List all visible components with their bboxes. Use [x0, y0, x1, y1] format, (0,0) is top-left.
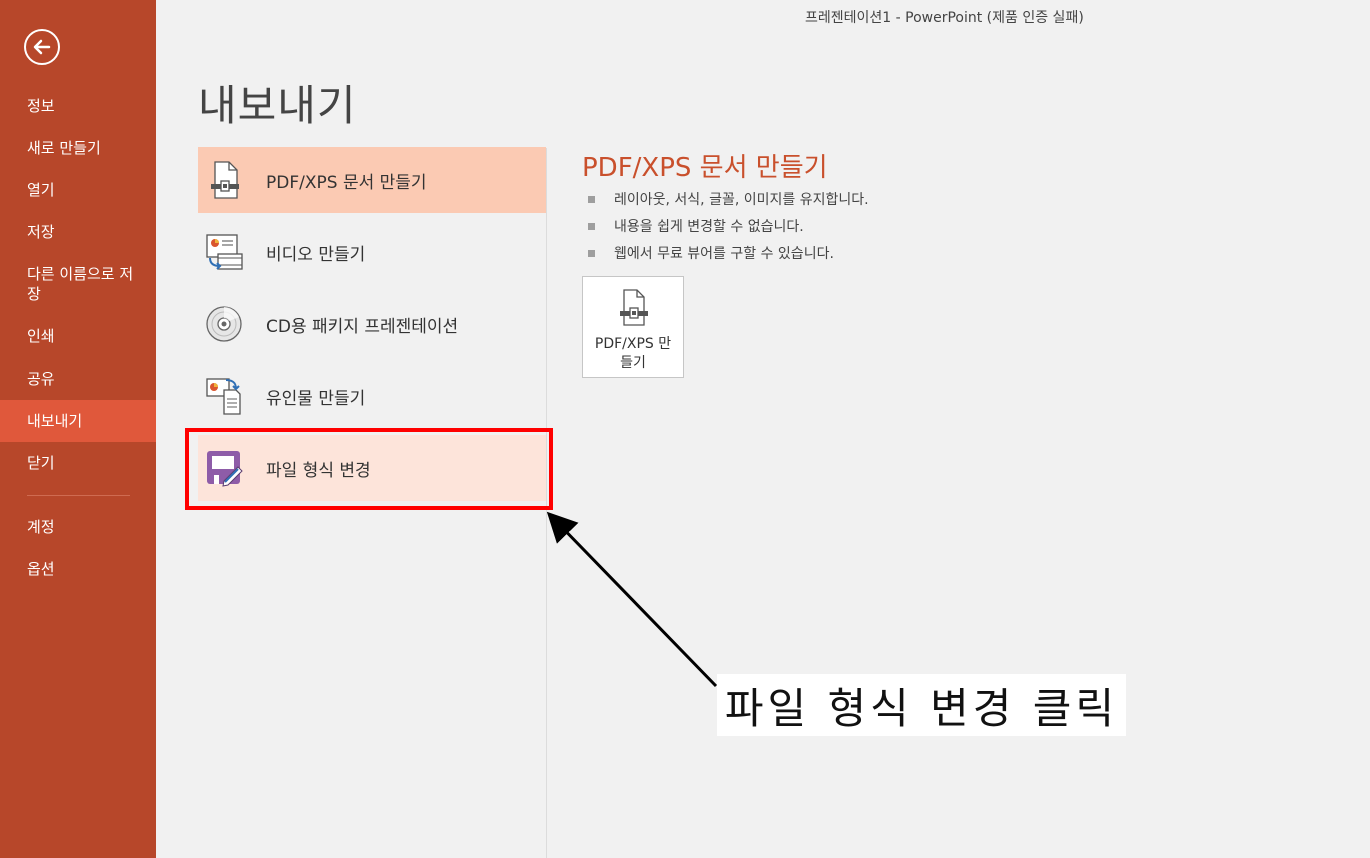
nav-item-options[interactable]: 옵션	[0, 559, 156, 579]
nav-item-share[interactable]: 공유	[0, 369, 156, 389]
bullet-square-icon	[588, 249, 595, 257]
export-option-cd[interactable]: CD용 패키지 프레젠테이션	[198, 291, 546, 357]
video-icon	[204, 232, 244, 272]
nav-item-save-as[interactable]: 다른 이름으로 저장	[0, 264, 156, 304]
bullet-text: 내용을 쉽게 변경할 수 없습니다.	[614, 219, 804, 235]
nav-item-print[interactable]: 인쇄	[0, 326, 156, 346]
bullet-text: 웹에서 무료 뷰어를 구할 수 있습니다.	[614, 246, 834, 262]
page-title: 내보내기	[198, 81, 357, 130]
bullet-square-icon	[588, 222, 595, 230]
cd-icon	[204, 304, 244, 344]
nav-item-account[interactable]: 계정	[0, 517, 156, 537]
back-button[interactable]	[24, 29, 60, 65]
create-pdf-xps-button[interactable]: PDF/XPS 만들기	[582, 276, 684, 378]
nav-item-new[interactable]: 새로 만들기	[0, 138, 156, 158]
nav-item-save[interactable]: 저장	[0, 222, 156, 242]
export-option-label: PDF/XPS 문서 만들기	[266, 172, 427, 193]
export-option-label: 비디오 만들기	[266, 244, 366, 265]
nav-divider	[27, 495, 130, 496]
bullet-square-icon	[588, 195, 595, 203]
back-arrow-icon	[33, 39, 51, 55]
bullet-text: 레이아웃, 서식, 글꼴, 이미지를 유지합니다.	[614, 192, 869, 208]
export-option-handout[interactable]: 유인물 만들기	[198, 363, 546, 429]
nav-item-open[interactable]: 열기	[0, 180, 156, 200]
detail-bullet: 내용을 쉽게 변경할 수 없습니다.	[588, 216, 804, 236]
export-option-video[interactable]: 비디오 만들기	[198, 219, 546, 285]
pdf-document-icon	[616, 289, 650, 331]
create-pdf-xps-label: PDF/XPS 만들기	[594, 336, 672, 371]
highlight-box	[185, 428, 553, 510]
detail-bullet: 웹에서 무료 뷰어를 구할 수 있습니다.	[588, 243, 834, 263]
detail-title: PDF/XPS 문서 만들기	[582, 153, 828, 183]
window-title: 프레젠테이션1 - PowerPoint (제품 인증 실패)	[805, 10, 1084, 26]
annotation-callout: 파일 형식 변경 클릭	[717, 674, 1126, 736]
nav-item-close[interactable]: 닫기	[0, 453, 156, 473]
detail-bullet: 레이아웃, 서식, 글꼴, 이미지를 유지합니다.	[588, 189, 869, 209]
export-option-label: 유인물 만들기	[266, 388, 366, 409]
pdf-document-icon	[204, 160, 244, 200]
nav-item-info[interactable]: 정보	[0, 96, 156, 116]
export-option-label: CD용 패키지 프레젠테이션	[266, 316, 459, 337]
nav-item-export[interactable]: 내보내기	[0, 400, 156, 442]
handout-icon	[204, 376, 244, 416]
backstage-sidebar: 정보 새로 만들기 열기 저장 다른 이름으로 저장 인쇄 공유 내보내기 닫기…	[0, 0, 156, 858]
export-option-pdf-xps[interactable]: PDF/XPS 문서 만들기	[198, 147, 546, 213]
